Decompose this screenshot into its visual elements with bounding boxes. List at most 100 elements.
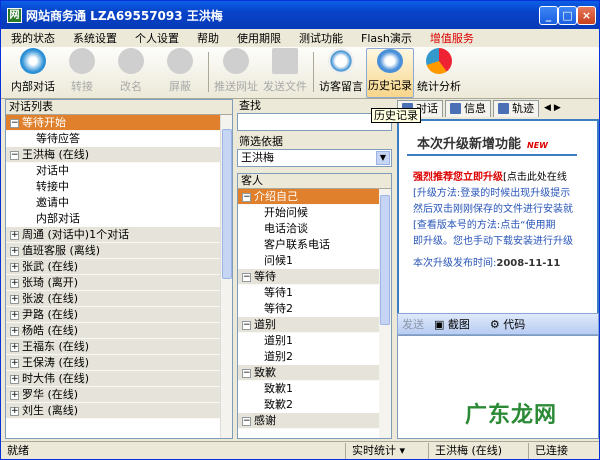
dialog-list-group[interactable]: + 尹路 (在线) (6, 307, 232, 323)
dialog-list-group[interactable]: + 刘生 (离线) (6, 403, 232, 419)
quick-reply-group[interactable]: − 介绍自己 (238, 189, 391, 205)
collapse-icon[interactable]: − (242, 320, 251, 330)
send-button[interactable]: 发送 (402, 316, 424, 332)
code-button[interactable]: ⚙ 代码 (490, 316, 535, 332)
dialog-list-group[interactable]: + 周通 (对话中)1个对话 (6, 227, 232, 243)
upgrade-recommend[interactable]: 强烈推荐您立即升级 (413, 172, 503, 183)
expand-icon[interactable]: + (10, 230, 19, 240)
quick-reply-item[interactable]: 道别1 (238, 333, 391, 349)
dialog-list-header: 对话列表 (6, 100, 232, 115)
quick-reply-item[interactable]: 客户联系电话 (238, 237, 391, 253)
quick-reply-group[interactable]: − 道别 (238, 317, 391, 333)
menu-flash-demo[interactable]: Flash演示 (361, 30, 412, 46)
dialog-list-item[interactable]: 内部对话 (6, 211, 232, 227)
statistics-button[interactable]: 统计分析 (415, 48, 463, 98)
dialog-list-group[interactable]: + 时大伟 (在线) (6, 371, 232, 387)
search-panel: 查找 筛选依据 王洪梅 ▼ 客人 − 介绍自己 开始问候 电话洽谈 客户联系电话 问候1− 等… (237, 99, 392, 439)
dialog-list-item[interactable]: 等待应答 (6, 131, 232, 147)
dialog-list-label: 等待应答 (36, 132, 80, 145)
collapse-icon[interactable]: − (242, 416, 251, 426)
quick-reply-group[interactable]: − 感谢 (238, 413, 391, 429)
dialog-list-group[interactable]: + 杨皓 (在线) (6, 323, 232, 339)
quick-reply-label: 问候1 (264, 254, 293, 267)
quick-reply-group[interactable]: − 等待 (238, 269, 391, 285)
pie-chart-icon (426, 48, 452, 74)
collapse-icon[interactable]: − (10, 118, 19, 128)
tab-scroll-right-icon[interactable]: ▶ (554, 103, 561, 113)
send-file-button[interactable]: 发送文件 (261, 48, 309, 98)
menu-test-features[interactable]: 测试功能 (299, 30, 343, 46)
dialog-list-item[interactable]: 转接中 (6, 179, 232, 195)
menu-usage-period[interactable]: 使用期限 (237, 30, 281, 46)
quick-reply-item[interactable]: 致歉2 (238, 397, 391, 413)
dialog-list-group[interactable]: + 张琦 (离开) (6, 275, 232, 291)
quick-reply-scrollbar[interactable] (379, 189, 391, 438)
internal-chat-button[interactable]: 内部对话 (9, 48, 57, 98)
block-button[interactable]: 屏蔽 (156, 48, 204, 98)
dialog-list-item[interactable]: 对话中 (6, 163, 232, 179)
expand-icon[interactable]: + (10, 342, 19, 352)
push-url-button[interactable]: 推送网址 (212, 48, 260, 98)
expand-icon[interactable]: + (10, 262, 19, 272)
screenshot-button[interactable]: ▣ 截图 (434, 316, 480, 332)
quick-reply-item[interactable]: 开始问候 (238, 205, 391, 221)
title-bar[interactable]: 网 网站商务通 LZA69557093 王洪梅 _ □ × (1, 1, 599, 29)
dialog-list-group[interactable]: + 罗华 (在线) (6, 387, 232, 403)
window-title: 网站商务通 LZA69557093 王洪梅 (26, 8, 223, 23)
history-button[interactable]: 历史记录 (366, 48, 414, 98)
dialog-list-label: 尹路 (在线) (22, 308, 79, 321)
expand-icon[interactable]: + (10, 326, 19, 336)
quick-reply-label: 等待 (254, 270, 276, 283)
visitor-message-button[interactable]: 访客留言 (317, 48, 365, 98)
menu-value-added[interactable]: 增值服务 (430, 30, 474, 46)
quick-reply-item[interactable]: 道别2 (238, 349, 391, 365)
quick-reply-item[interactable]: 问候1 (238, 253, 391, 269)
realtime-stats-button[interactable]: 实时统计 ▾ (346, 442, 429, 459)
transfer-button[interactable]: 转接 (58, 48, 106, 98)
menu-my-status[interactable]: 我的状态 (11, 30, 55, 46)
tab-scroll-left-icon[interactable]: ◀ (544, 103, 551, 113)
collapse-icon[interactable]: − (242, 272, 251, 282)
quick-reply-group[interactable]: − 致歉 (238, 365, 391, 381)
rename-button[interactable]: 改名 (107, 48, 155, 98)
expand-icon[interactable]: + (10, 310, 19, 320)
chevron-down-icon[interactable]: ▼ (376, 151, 390, 165)
tab-info[interactable]: 信息 (445, 99, 491, 117)
filter-label: 筛选依据 (239, 135, 283, 148)
minimize-button[interactable]: _ (539, 6, 558, 25)
dialog-list-group[interactable]: − 王洪梅 (在线) (6, 147, 232, 163)
tab-track[interactable]: 轨迹 (493, 99, 539, 117)
dialog-list-group[interactable]: + 王保涛 (在线) (6, 355, 232, 371)
dialog-list-label: 张琦 (离开) (22, 276, 79, 289)
close-button[interactable]: × (577, 6, 596, 25)
quick-reply-item[interactable]: 等待1 (238, 285, 391, 301)
expand-icon[interactable]: + (10, 294, 19, 304)
menu-system-settings[interactable]: 系统设置 (73, 30, 117, 46)
filter-select[interactable]: 王洪梅 ▼ (237, 149, 392, 167)
dialog-list-item[interactable]: 邀请中 (6, 195, 232, 211)
dialog-list-group[interactable]: + 张波 (在线) (6, 291, 232, 307)
expand-icon[interactable]: + (10, 390, 19, 400)
collapse-icon[interactable]: − (10, 150, 19, 160)
menu-personal-settings[interactable]: 个人设置 (135, 30, 179, 46)
quick-reply-item[interactable]: 电话洽谈 (238, 221, 391, 237)
expand-icon[interactable]: + (10, 278, 19, 288)
dialog-list-group[interactable]: + 王福东 (在线) (6, 339, 232, 355)
dialog-list-label: 刘生 (离线) (22, 404, 79, 417)
collapse-icon[interactable]: − (242, 192, 251, 202)
expand-icon[interactable]: + (10, 374, 19, 384)
menu-help[interactable]: 帮助 (197, 30, 219, 46)
quick-reply-item[interactable]: 等待2 (238, 301, 391, 317)
maximize-button[interactable]: □ (558, 6, 577, 25)
dialog-list-scrollbar[interactable] (220, 115, 232, 438)
expand-icon[interactable]: + (10, 246, 19, 256)
search-input[interactable] (237, 113, 392, 131)
expand-icon[interactable]: + (10, 406, 19, 416)
expand-icon[interactable]: + (10, 358, 19, 368)
quick-reply-tree: 客人 − 介绍自己 开始问候 电话洽谈 客户联系电话 问候1− 等待 等待1 等待2− 道别 道别1… (237, 173, 392, 439)
dialog-list-group[interactable]: + 张武 (在线) (6, 259, 232, 275)
dialog-list-group[interactable]: + 值班客服 (离线) (6, 243, 232, 259)
quick-reply-item[interactable]: 致歉1 (238, 381, 391, 397)
collapse-icon[interactable]: − (242, 368, 251, 378)
dialog-list-group[interactable]: − 等待开始 (6, 115, 232, 131)
